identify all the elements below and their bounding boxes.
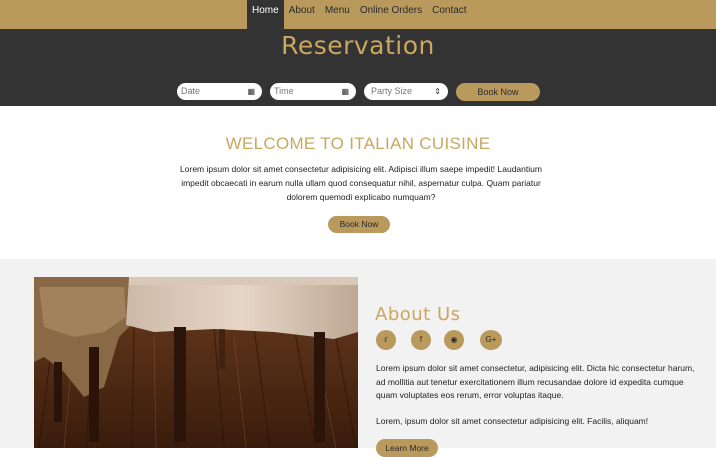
nav-item-about[interactable]: About <box>284 0 320 29</box>
twitter-icon[interactable]: 𝕣 <box>376 330 396 350</box>
calendar-icon: ▦ <box>341 87 349 96</box>
nav-item-home[interactable]: Home <box>247 0 284 29</box>
time-placeholder: Time <box>274 86 294 96</box>
facebook-icon[interactable]: f <box>411 330 431 350</box>
party-size-select[interactable]: Party Size ⇕ <box>364 83 448 100</box>
select-arrows-icon: ⇕ <box>434 87 441 96</box>
nav-menu: Home About Menu Online Orders Contact <box>247 0 472 29</box>
learn-more-button[interactable]: Learn More <box>376 439 438 457</box>
nav-item-menu[interactable]: Menu <box>320 0 355 29</box>
reservation-title: Reservation <box>281 31 435 60</box>
about-title: About Us <box>375 304 461 325</box>
nav-item-online-orders[interactable]: Online Orders <box>355 0 427 29</box>
reservation-hero: Reservation Date ▦ Time ▦ Party Size ⇕ B… <box>0 29 716 106</box>
dribbble-icon[interactable]: ◉ <box>444 330 464 350</box>
book-now-button-secondary[interactable]: Book Now <box>328 216 390 233</box>
party-size-value: Party Size <box>371 86 413 96</box>
welcome-title: WELCOME TO ITALIAN CUISINE <box>225 134 491 153</box>
nav-item-contact[interactable]: Contact <box>427 0 471 29</box>
book-now-button[interactable]: Book Now <box>456 83 540 101</box>
date-placeholder: Date <box>181 86 201 96</box>
time-input[interactable]: Time ▦ <box>270 83 356 100</box>
restaurant-photo <box>34 277 358 448</box>
top-navbar: Home About Menu Online Orders Contact <box>0 0 716 29</box>
about-section: About Us 𝕣 f ◉ G+ Lorem ipsum dolor sit … <box>0 259 716 457</box>
welcome-text: Lorem ipsum dolor sit amet consectetur a… <box>180 164 542 202</box>
date-input[interactable]: Date ▦ <box>177 83 262 100</box>
about-paragraph-1: Lorem ipsum dolor sit amet consectetur, … <box>376 363 695 400</box>
google-plus-icon[interactable]: G+ <box>480 330 502 350</box>
about-paragraph-2: Lorem, ipsum dolor sit amet consectetur … <box>376 416 649 426</box>
calendar-icon: ▦ <box>247 87 255 96</box>
welcome-section: WELCOME TO ITALIAN CUISINE Lorem ipsum d… <box>0 106 716 259</box>
restaurant-photo-art <box>34 277 358 448</box>
